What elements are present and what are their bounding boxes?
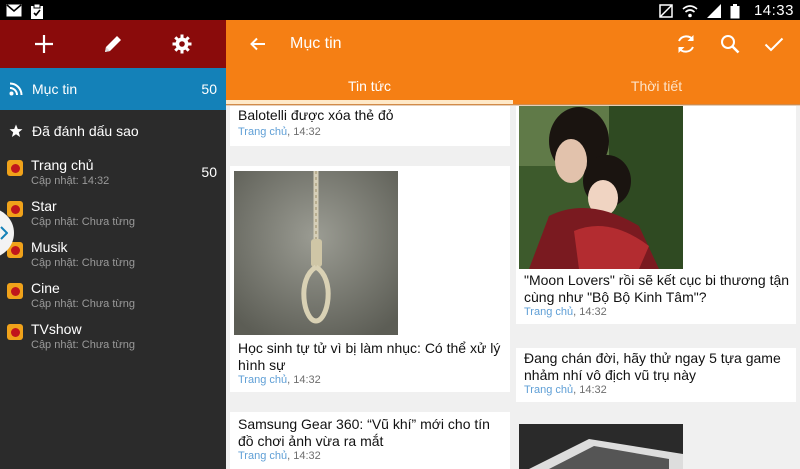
drawer-toolbar bbox=[0, 20, 226, 68]
feed-updated: Cập nhật: Chưa từng bbox=[31, 298, 136, 310]
check-icon bbox=[764, 37, 784, 52]
unread-count: 50 bbox=[201, 164, 217, 180]
feed-title: TVshow bbox=[31, 321, 82, 337]
search-icon bbox=[721, 35, 740, 54]
article-meta: Trang chủ, 14:32 bbox=[238, 450, 321, 462]
wifi-icon bbox=[682, 4, 698, 17]
feed-title: Trang chủ bbox=[31, 157, 94, 173]
article-card[interactable]: "Moon Lovers" rồi sẽ kết cục bi thương t… bbox=[516, 106, 796, 324]
add-feed-button[interactable] bbox=[24, 24, 64, 64]
app-bar: Mục tin bbox=[226, 20, 800, 68]
mark-read-button[interactable] bbox=[762, 32, 786, 56]
back-button[interactable] bbox=[246, 32, 270, 56]
feed-updated: Cập nhật: Chưa từng bbox=[31, 339, 136, 351]
star-icon bbox=[8, 123, 24, 139]
article-thumbnail bbox=[519, 424, 683, 469]
clipboard-icon bbox=[30, 3, 46, 19]
edit-feeds-button[interactable] bbox=[93, 24, 133, 64]
article-card[interactable]: Học sinh tự tử vì bị làm nhục: Có thể xử… bbox=[230, 166, 510, 392]
article-meta: Trang chủ, 14:32 bbox=[238, 374, 321, 386]
page-title: Mục tin bbox=[290, 35, 342, 52]
plus-icon bbox=[35, 35, 54, 53]
feed-title: Musik bbox=[31, 239, 68, 255]
article-meta: Trang chủ, 14:32 bbox=[238, 126, 321, 138]
tab-news[interactable]: Tin tức bbox=[226, 68, 513, 104]
feed-favicon-icon bbox=[7, 160, 23, 176]
battery-icon bbox=[730, 3, 746, 18]
app-screen: 14:33 Mục tin 50 Đã đánh dấu sao Trang c… bbox=[0, 0, 800, 469]
sidebar-feed-star[interactable]: Star Cập nhật: Chưa từng bbox=[0, 192, 226, 233]
rss-icon bbox=[8, 81, 24, 97]
refresh-button[interactable] bbox=[674, 32, 698, 56]
feed-updated: Cập nhật: Chưa từng bbox=[31, 257, 136, 269]
article-list: Balotelli được xóa thẻ đỏ Trang chủ, 14:… bbox=[226, 106, 800, 469]
status-bar: 14:33 bbox=[0, 0, 800, 20]
feed-favicon-icon bbox=[7, 324, 23, 340]
sidebar-feed-cine[interactable]: Cine Cập nhật: Chưa từng bbox=[0, 274, 226, 315]
feed-updated: Cập nhật: 14:32 bbox=[31, 175, 110, 187]
tab-bar: Tin tức Thời tiết bbox=[226, 68, 800, 104]
settings-button[interactable] bbox=[162, 24, 202, 64]
pencil-icon bbox=[104, 36, 121, 52]
article-card[interactable]: Đang chán đời, hãy thử ngay 5 tựa game n… bbox=[516, 348, 796, 402]
article-headline: Học sinh tự tử vì bị làm nhục: Có thể xử… bbox=[238, 340, 501, 373]
mute-icon bbox=[658, 3, 674, 18]
refresh-icon bbox=[678, 35, 694, 53]
signal-icon bbox=[706, 3, 722, 18]
tab-weather[interactable]: Thời tiết bbox=[513, 68, 800, 104]
clock-text: 14:33 bbox=[753, 1, 794, 19]
sidebar-feed-tvshow[interactable]: TVshow Cập nhật: Chưa từng bbox=[0, 315, 226, 356]
sidebar-item-label: Mục tin bbox=[32, 81, 78, 97]
unread-count: 50 bbox=[201, 81, 217, 97]
feed-favicon-icon bbox=[7, 283, 23, 299]
article-meta: Trang chủ, 14:32 bbox=[524, 306, 607, 318]
gear-icon bbox=[172, 34, 192, 54]
article-card[interactable]: Balotelli được xóa thẻ đỏ Trang chủ, 14:… bbox=[230, 106, 510, 146]
article-thumbnail bbox=[234, 171, 398, 335]
sidebar-item-label: Đã đánh dấu sao bbox=[32, 122, 139, 139]
navigation-drawer: Mục tin 50 Đã đánh dấu sao Trang chủ Cập… bbox=[0, 20, 226, 469]
article-card[interactable]: Samsung Gear 360: “Vũ khí” mới cho tín đ… bbox=[230, 412, 510, 469]
main-content: Mục tin Tin tức Thời tiết Balotelli được… bbox=[226, 20, 800, 469]
article-headline: Samsung Gear 360: “Vũ khí” mới cho tín đ… bbox=[238, 416, 490, 449]
sidebar-feed-musik[interactable]: Musik Cập nhật: Chưa từng bbox=[0, 233, 226, 274]
feed-title: Cine bbox=[31, 280, 60, 296]
feed-title: Star bbox=[31, 198, 57, 214]
search-button[interactable] bbox=[718, 32, 742, 56]
article-headline: Đang chán đời, hãy thử ngay 5 tựa game n… bbox=[524, 350, 781, 383]
chevron-right-icon bbox=[0, 226, 8, 240]
sidebar-feed-trang-chu[interactable]: Trang chủ Cập nhật: 14:32 50 bbox=[0, 151, 226, 192]
article-meta: Trang chủ, 14:32 bbox=[524, 384, 607, 396]
arrow-left-icon bbox=[250, 37, 265, 51]
article-card[interactable] bbox=[516, 424, 796, 469]
feed-updated: Cập nhật: Chưa từng bbox=[31, 216, 136, 228]
article-headline: Balotelli được xóa thẻ đỏ bbox=[238, 107, 394, 123]
feed-favicon-icon bbox=[7, 201, 23, 217]
article-headline: "Moon Lovers" rồi sẽ kết cục bi thương t… bbox=[524, 272, 790, 305]
article-thumbnail bbox=[519, 106, 683, 269]
sidebar-item-all-items[interactable]: Mục tin 50 bbox=[0, 68, 226, 110]
sidebar-item-starred[interactable]: Đã đánh dấu sao bbox=[0, 110, 226, 151]
mail-icon bbox=[6, 3, 22, 17]
